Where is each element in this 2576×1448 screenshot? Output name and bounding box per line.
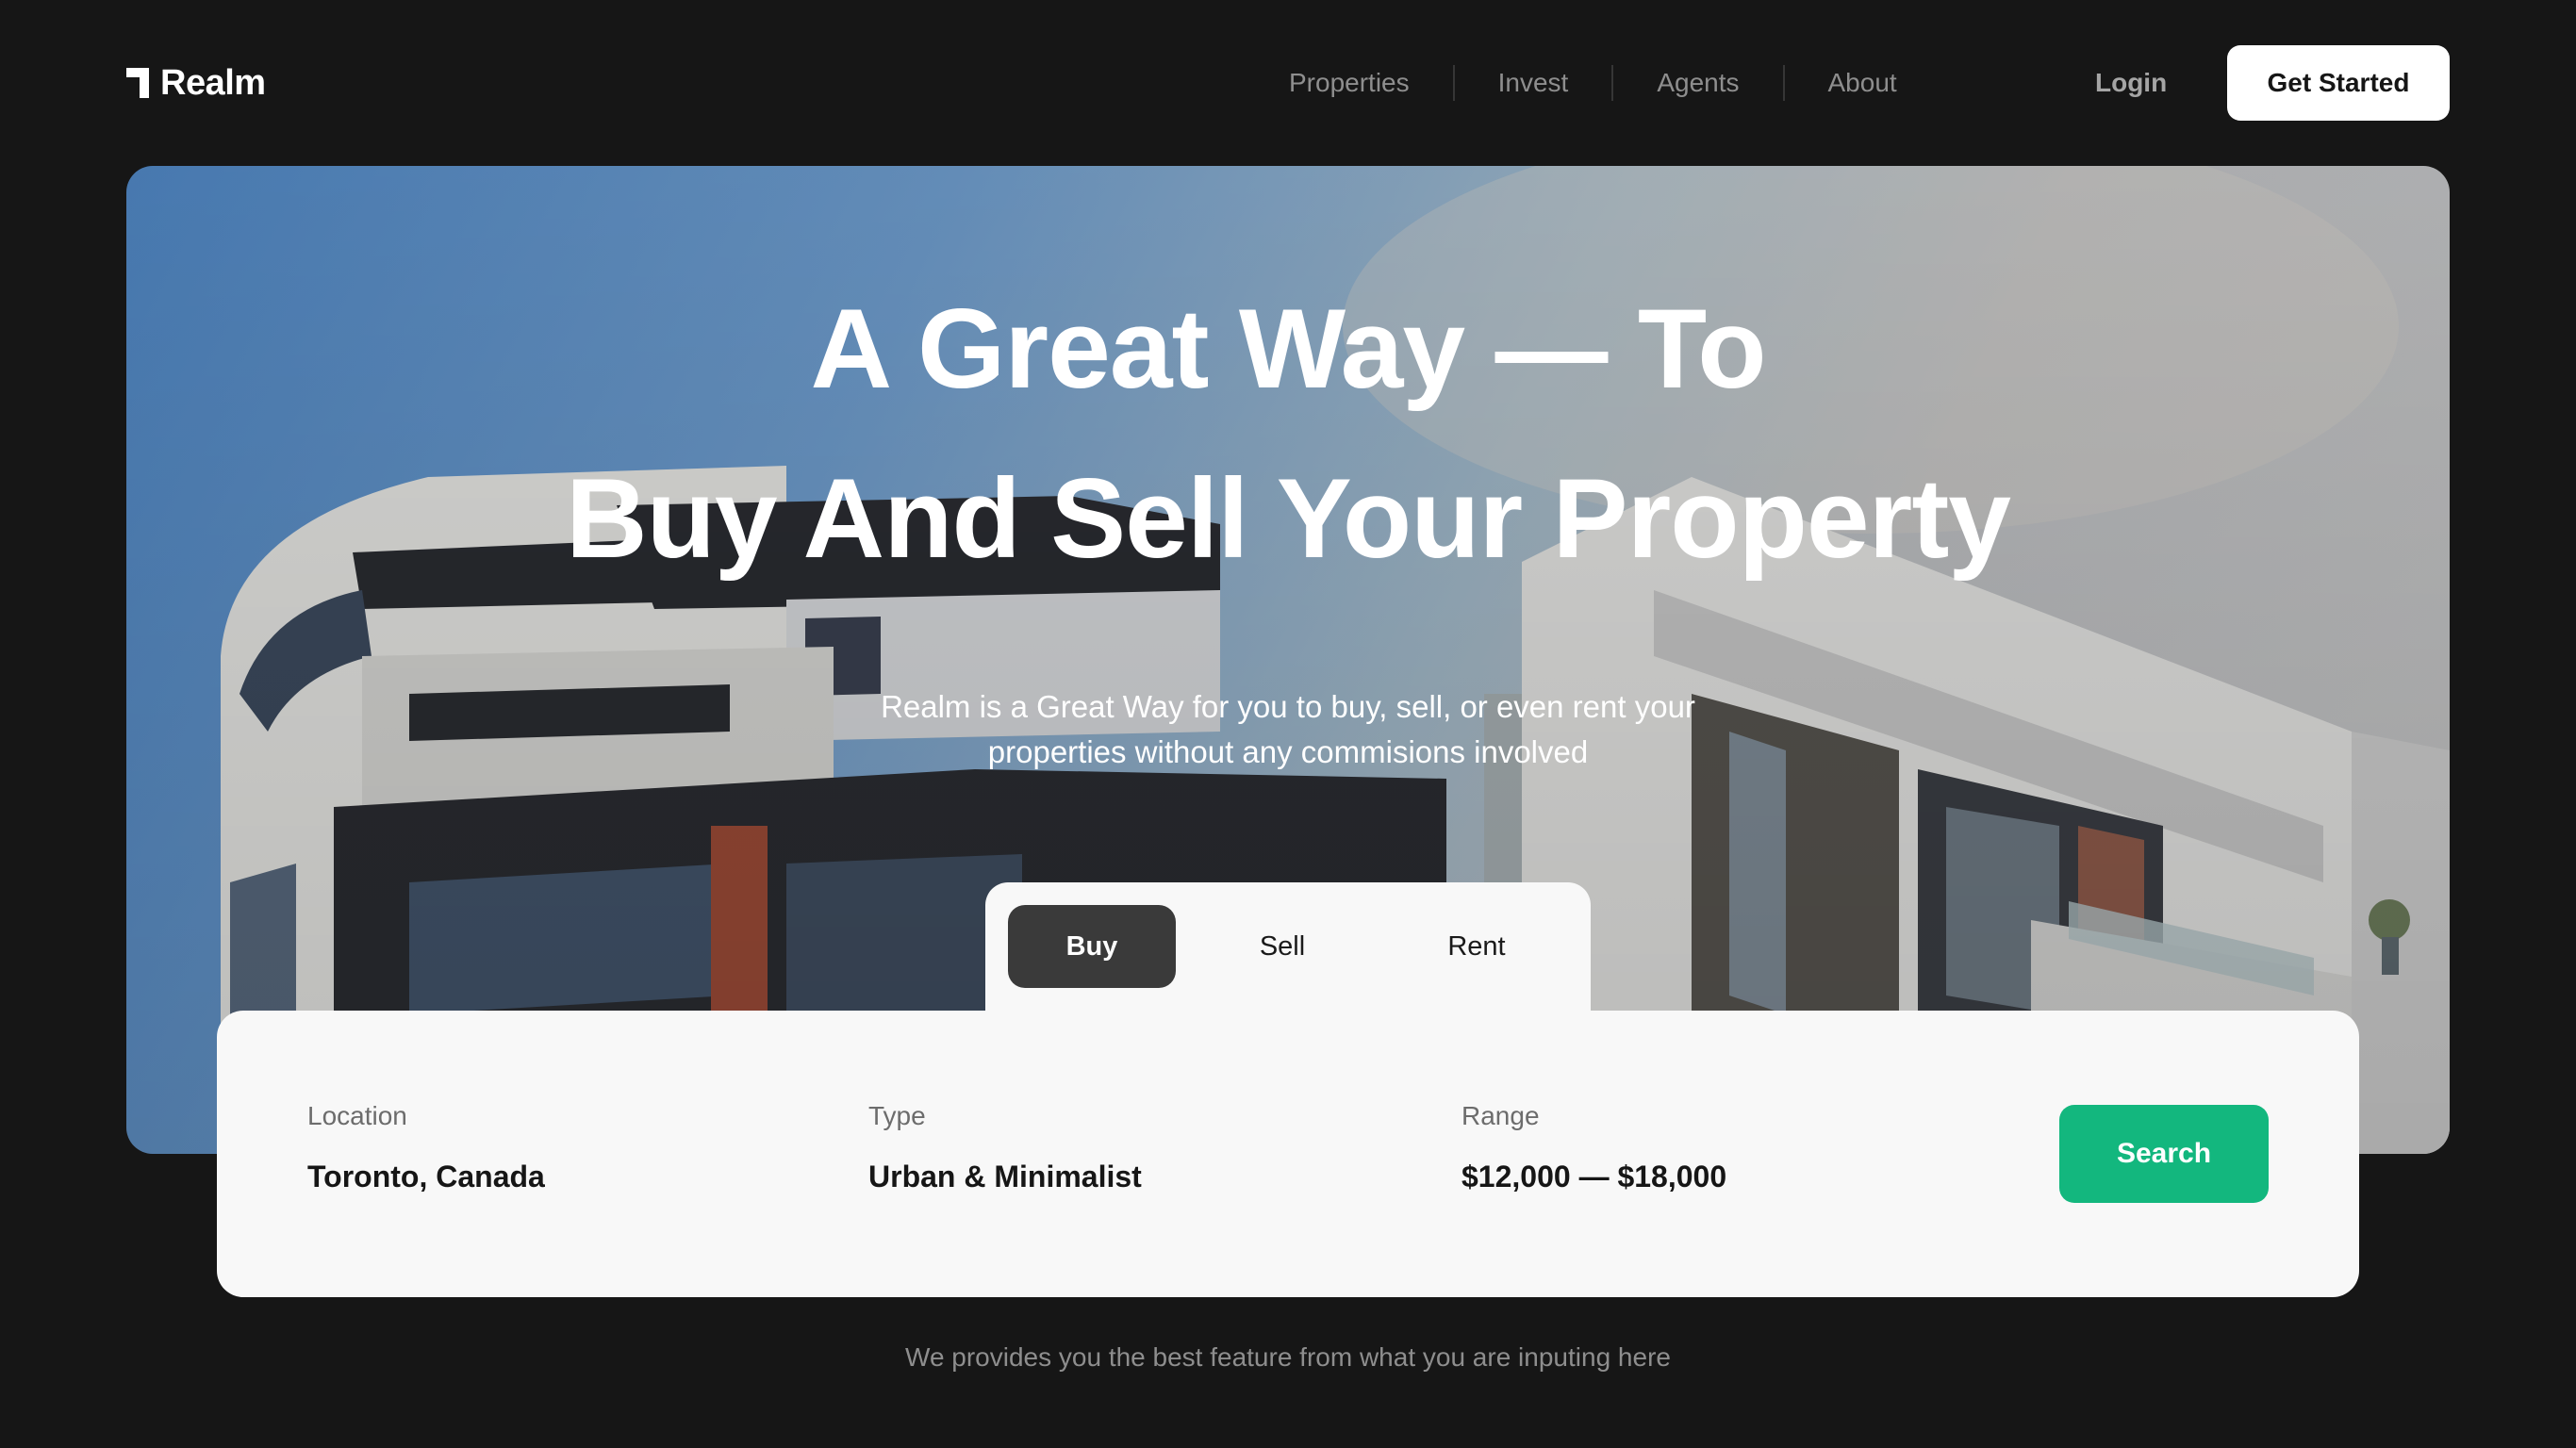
nav-link-properties[interactable]: Properties [1289, 68, 1410, 98]
listing-type-tabs: Buy Sell Rent [985, 882, 1591, 1014]
nav-link-agents[interactable]: Agents [1657, 68, 1739, 98]
realm-logo-icon [126, 68, 149, 98]
hero-subtitle: Realm is a Great Way for you to buy, sel… [817, 684, 1759, 775]
range-label: Range [1461, 1101, 1540, 1130]
brand-logo[interactable]: Realm [126, 62, 266, 104]
hero-title: A Great Way — To Buy And Sell Your Prope… [126, 264, 2450, 603]
range-value[interactable]: $12,000 — $18,000 [1461, 1160, 1726, 1194]
nav-divider [1782, 65, 1785, 101]
location-field[interactable]: Location Toronto, Canada [307, 1101, 545, 1194]
type-value[interactable]: Urban & Minimalist [868, 1160, 1142, 1194]
footnote-text: We provides you the best feature from wh… [905, 1342, 1671, 1372]
hero-title-line1: A Great Way — To [810, 286, 1766, 412]
search-button[interactable]: Search [2059, 1105, 2269, 1203]
hero-title-line2: Buy And Sell Your Property [565, 455, 2011, 582]
get-started-button[interactable]: Get Started [2227, 45, 2450, 121]
main-nav: Properties Invest Agents About [1289, 60, 1897, 106]
landing-page: Realm Properties Invest Agents About Log… [0, 0, 2576, 1448]
hero-subtitle-line2: properties without any commisions involv… [987, 734, 1589, 769]
nav-divider [1611, 65, 1614, 101]
tab-sell[interactable]: Sell [1176, 905, 1389, 988]
hero-subtitle-line1: Realm is a Great Way for you to buy, sel… [881, 689, 1695, 724]
type-field[interactable]: Type Urban & Minimalist [868, 1101, 1142, 1194]
property-search-card: Location Toronto, Canada Type Urban & Mi… [217, 1011, 2359, 1297]
tab-rent[interactable]: Rent [1389, 905, 1564, 988]
nav-divider [1452, 65, 1455, 101]
login-link[interactable]: Login [2095, 60, 2167, 106]
brand-name: Realm [160, 62, 266, 103]
tab-buy[interactable]: Buy [1008, 905, 1176, 988]
range-field[interactable]: Range $12,000 — $18,000 [1461, 1101, 1726, 1194]
type-label: Type [868, 1101, 926, 1130]
nav-link-invest[interactable]: Invest [1498, 68, 1569, 98]
nav-link-about[interactable]: About [1828, 68, 1897, 98]
location-value[interactable]: Toronto, Canada [307, 1160, 545, 1194]
location-label: Location [307, 1101, 407, 1130]
